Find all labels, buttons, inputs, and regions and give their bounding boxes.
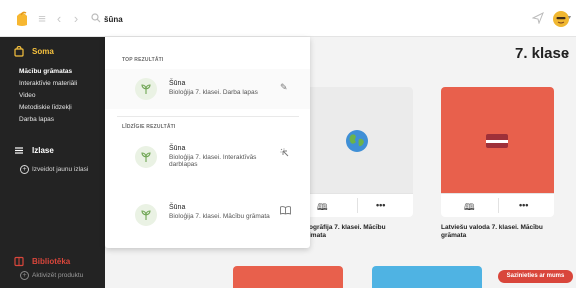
sidebar-item-interaktivie-materiali[interactable]: Interaktīvie materiāli	[19, 80, 77, 87]
sidebar-head-biblioteka[interactable]: Bibliotēka	[32, 257, 70, 266]
book-card[interactable]	[372, 266, 482, 288]
more-icon[interactable]: •••	[519, 200, 528, 210]
chevron-down-icon[interactable]: ▾	[568, 14, 571, 21]
divider	[497, 198, 499, 213]
book-title-line: imata	[309, 231, 326, 239]
search-result[interactable]: Šūna Bioloģija 7. klasei. Mācību grāmata	[105, 195, 310, 235]
sidebar-item-metodiskie-lidzekli[interactable]: Metodiskie līdzekļi	[19, 104, 72, 111]
page-title: 7. klase	[515, 45, 570, 62]
search-icon	[88, 10, 104, 26]
divider	[356, 198, 358, 213]
globe-icon	[346, 130, 368, 152]
search-result[interactable]: Šūna Bioloģija 7. klasei. Darba lapas ✎	[105, 69, 310, 109]
sidebar-head-izlase[interactable]: Izlase	[32, 146, 54, 155]
result-title: Šūna	[169, 145, 186, 152]
sidebar-item-video[interactable]: Video	[19, 92, 36, 99]
back-icon[interactable]: ‹	[51, 10, 67, 26]
more-icon[interactable]: •••	[376, 200, 385, 210]
book-card-geography[interactable]: 🕮 •••	[300, 87, 413, 217]
interactive-icon[interactable]	[280, 148, 290, 160]
book-icon[interactable]	[280, 206, 291, 217]
result-subtitle: Bioloģija 7. klasei. Interaktīvās darbla…	[169, 154, 257, 168]
divider	[117, 116, 299, 117]
section-label: TOP REZULTĀTI	[122, 57, 164, 63]
sidebar-head-soma[interactable]: Soma	[32, 47, 54, 56]
logo-icon[interactable]	[14, 9, 30, 27]
result-subtitle: Bioloģija 7. klasei. Darba lapas	[169, 89, 258, 96]
contact-button[interactable]: Sazinieties ar mums	[498, 270, 573, 283]
card-actions: 🕮 •••	[300, 193, 413, 216]
sidebar: Soma Mācību grāmatas Interaktīvie materi…	[0, 37, 105, 288]
leaf-icon	[135, 146, 157, 168]
menu-icon[interactable]: ≡	[34, 10, 50, 26]
leaf-icon	[135, 204, 157, 226]
book-title: Latviešu valoda 7. klasei. Mācību grāmat…	[441, 224, 566, 239]
list-icon	[15, 147, 23, 154]
result-title: Šūna	[169, 204, 186, 211]
flag-icon	[486, 134, 508, 148]
book-cover[interactable]	[300, 87, 413, 193]
book-card[interactable]	[233, 266, 343, 288]
add-icon[interactable]: +	[20, 271, 29, 280]
book-icon[interactable]: 🕮	[317, 200, 328, 216]
avatar-icon[interactable]	[553, 11, 569, 27]
bag-icon	[14, 46, 24, 57]
forward-icon[interactable]: ›	[68, 10, 84, 26]
pencil-icon[interactable]: ✎	[280, 82, 288, 93]
leaf-icon	[135, 78, 157, 100]
search-input[interactable]	[104, 12, 404, 26]
sidebar-item-macibu-gramatas[interactable]: Mācību grāmatas	[19, 68, 72, 75]
top-bar: ≡ ‹ › ▾	[0, 0, 576, 37]
book-card-latvian[interactable]: 🕮 •••	[441, 87, 554, 217]
chevron-down-icon[interactable]: ▾	[565, 52, 568, 59]
book-title-line: Latviešu valoda 7. klasei. Mācību	[441, 224, 543, 231]
book-title-line: grāmata	[441, 231, 467, 239]
book-icon	[14, 256, 24, 267]
search-results-dropdown: TOP REZULTĀTI Šūna Bioloģija 7. klasei. …	[105, 37, 310, 248]
search-result[interactable]: Šūna Bioloģija 7. klasei. Interaktīvās d…	[105, 137, 310, 177]
create-collection-link[interactable]: Izveidot jaunu izlasi	[32, 166, 88, 173]
book-icon[interactable]: 🕮	[464, 200, 475, 216]
book-title: ogrāfija 7. klasei. Mācību imata	[309, 224, 419, 239]
result-subtitle: Bioloģija 7. klasei. Mācību grāmata	[169, 213, 270, 220]
card-actions: 🕮 •••	[441, 193, 554, 216]
sidebar-item-darba-lapas[interactable]: Darba lapas	[19, 116, 54, 123]
add-icon[interactable]: +	[20, 165, 29, 174]
activate-product-link[interactable]: Aktivizēt produktu	[32, 272, 83, 279]
book-cover[interactable]	[441, 87, 554, 193]
book-title-line: ogrāfija 7. klasei. Mācību	[309, 224, 386, 231]
send-icon[interactable]	[530, 10, 546, 26]
result-title: Šūna	[169, 80, 186, 87]
section-label: LĪDZĪGIE REZULTĀTI	[122, 124, 176, 130]
